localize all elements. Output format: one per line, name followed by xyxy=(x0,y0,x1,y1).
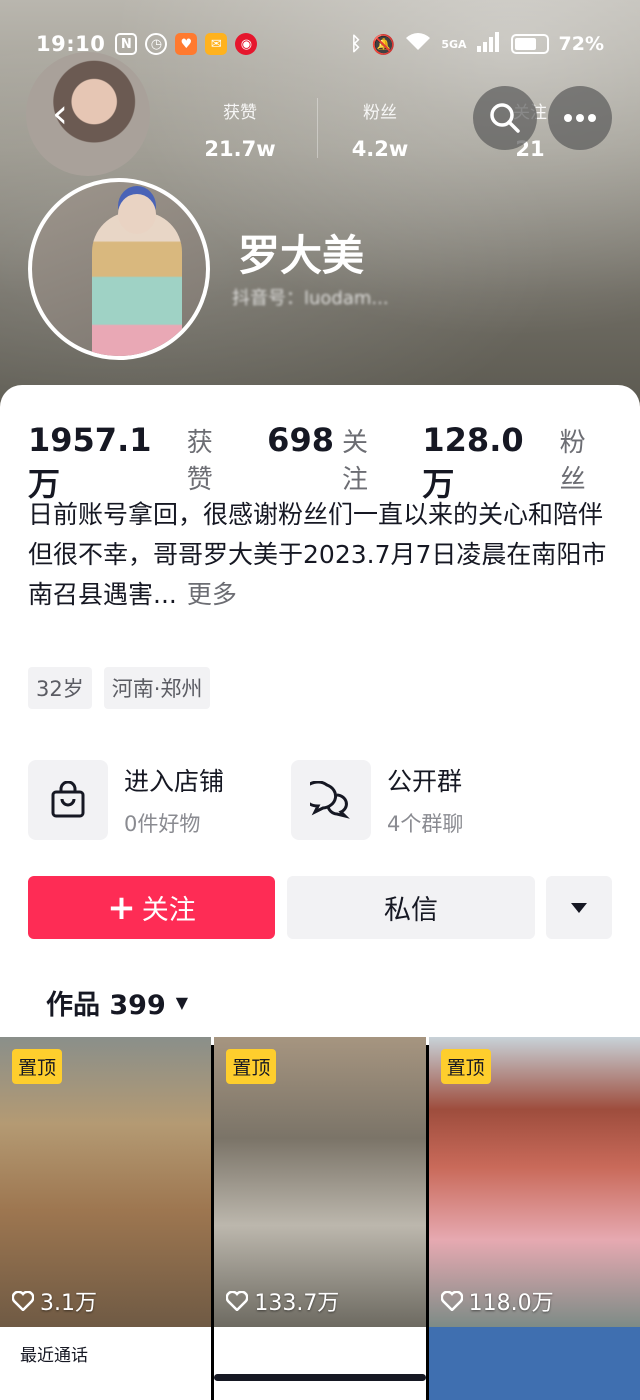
stat-fans-value[interactable]: 128.0万 xyxy=(422,421,551,505)
shop-subtitle: 0件好物 xyxy=(124,812,201,836)
works-tab[interactable]: 作品 399 ▼ xyxy=(46,983,188,1022)
tag-location: 河南·郑州 xyxy=(103,667,211,709)
shop-icon-box xyxy=(28,760,108,840)
stats-row: 1957.1万 获赞 698 关注 128.0万 粉丝 xyxy=(28,421,640,505)
pinned-badge: 置顶 xyxy=(440,1049,491,1084)
weibo-icon: ◉ xyxy=(235,33,258,55)
message-label: 私信 xyxy=(384,895,438,926)
triangle-down-icon xyxy=(571,902,587,913)
profile-name: 罗大美 xyxy=(238,231,365,280)
works-grid: 置顶 3.1万 置顶 133.7万 置顶 118.0万 xyxy=(0,1037,640,1327)
profile-id[interactable]: 抖音号：luodam... xyxy=(232,284,389,310)
more-icon xyxy=(564,114,596,122)
video-likes: 133.7万 xyxy=(226,1285,339,1317)
network-label: 5GA xyxy=(441,37,467,51)
works-grid-row-2: 最近通话 xyxy=(0,1327,640,1400)
stat-following-label[interactable]: 关注 xyxy=(342,422,392,496)
video-tile[interactable]: 置顶 3.1万 xyxy=(0,1037,212,1327)
bio-line-1: 日前账号拿回，很感谢粉丝们一直以来的关心和陪伴 xyxy=(28,500,604,529)
caret-down-icon: ▼ xyxy=(175,993,189,1012)
pinned-badge: 置顶 xyxy=(226,1049,277,1084)
bluetooth-icon: ᛒ xyxy=(350,33,362,55)
works-label: 作品 399 xyxy=(46,990,166,1021)
chat-bubbles-icon xyxy=(310,781,350,819)
shop-title: 进入店铺 xyxy=(124,767,225,796)
profile-avatar[interactable] xyxy=(28,178,210,360)
recent-calls-text: 最近通话 xyxy=(20,1346,88,1366)
stat-likes-value: 1957.1万 xyxy=(28,421,152,503)
bio: 日前账号拿回，很感谢粉丝们一直以来的关心和陪伴 但很不幸，哥哥罗大美于2023.… xyxy=(28,495,618,615)
battery-icon xyxy=(510,34,549,54)
group-entry[interactable]: 公开群 4个群聊 xyxy=(291,760,463,840)
group-icon-box xyxy=(291,760,371,840)
video-likes: 3.1万 xyxy=(12,1285,97,1317)
shop-entry[interactable]: 进入店铺 0件好物 xyxy=(28,760,224,840)
recommend-dropdown-button[interactable] xyxy=(546,876,612,939)
tags: 32岁 河南·郑州 xyxy=(28,667,211,709)
mail-icon: ✉ xyxy=(205,33,228,55)
message-button[interactable]: 私信 xyxy=(287,876,535,939)
bio-line-2: 但很不幸，哥哥罗大美于2023.7月7日凌晨在南阳市南召县遇害... 更多 xyxy=(28,540,607,609)
search-icon xyxy=(490,103,520,133)
video-tile[interactable] xyxy=(428,1327,640,1400)
video-tile[interactable]: 最近通话 xyxy=(0,1327,212,1400)
video-tile[interactable]: 置顶 118.0万 xyxy=(428,1037,640,1327)
pinned-badge: 置顶 xyxy=(12,1049,63,1084)
stat-fans-label[interactable]: 粉丝 xyxy=(560,422,610,496)
back-icon[interactable]: ‹ xyxy=(38,92,82,136)
shopping-bag-icon xyxy=(51,781,85,818)
plus-icon: + xyxy=(107,887,136,928)
heart-icon xyxy=(440,1291,463,1311)
heart-icon xyxy=(226,1291,249,1311)
video-tile[interactable]: 置顶 133.7万 xyxy=(214,1037,426,1327)
mini-stat-likes: 获赞 21.7w xyxy=(204,103,276,161)
stat-following-value[interactable]: 698 xyxy=(267,421,334,459)
tag-age: 32岁 xyxy=(28,667,92,709)
more-button[interactable] xyxy=(548,86,612,150)
home-indicator[interactable] xyxy=(214,1374,426,1381)
mute-icon: 🔕 xyxy=(371,33,396,56)
profile-card: 1957.1万 获赞 698 关注 128.0万 粉丝 日前账号拿回，很感谢粉丝… xyxy=(0,385,640,1045)
alarm-icon: ◷ xyxy=(145,33,168,55)
stat-likes-label: 获赞 xyxy=(186,428,213,495)
avatar-figure xyxy=(92,212,182,356)
bio-more-link[interactable]: 更多 xyxy=(187,580,237,609)
battery-percent: 72% xyxy=(558,33,604,55)
avatar-head xyxy=(118,194,156,234)
heart-icon xyxy=(12,1291,34,1311)
video-likes: 118.0万 xyxy=(440,1285,554,1317)
profile-header: 19:10 N ◷ ♥ ✉ ◉ ᛒ 🔕 5GA 72% ‹ 获赞 21.7w 粉… xyxy=(0,0,640,420)
wifi-icon xyxy=(405,32,431,57)
video-tile[interactable] xyxy=(214,1327,426,1400)
app-notification-icon: ♥ xyxy=(175,33,198,55)
group-title: 公开群 xyxy=(387,767,463,796)
divider xyxy=(317,98,318,158)
follow-button[interactable]: + 关注 xyxy=(28,876,275,939)
signal-icon xyxy=(476,31,501,57)
follow-label: 关注 xyxy=(141,895,196,926)
group-subtitle: 4个群聊 xyxy=(387,812,464,836)
mini-stat-fans: 粉丝 4.2w xyxy=(351,103,409,161)
nfc-icon: N xyxy=(115,33,138,55)
search-button[interactable] xyxy=(473,86,537,150)
